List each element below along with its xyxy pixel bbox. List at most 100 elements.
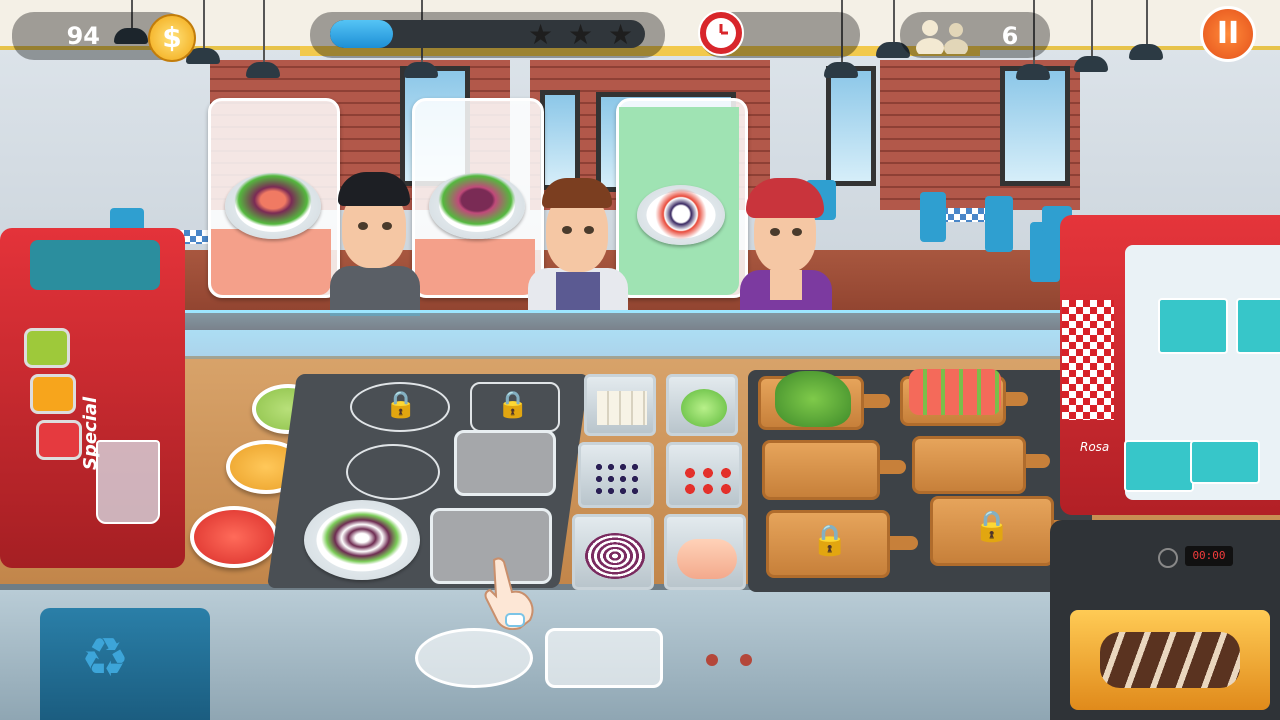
juicer-top bbox=[30, 240, 160, 290]
customer-boy[interactable] bbox=[330, 170, 420, 316]
customer-hair bbox=[542, 178, 612, 208]
lock-icon: 🔒 bbox=[384, 390, 418, 420]
oven-dial[interactable] bbox=[1158, 548, 1178, 568]
checkered-towel bbox=[1062, 300, 1114, 420]
customer-vest bbox=[556, 272, 600, 312]
salad-plate[interactable] bbox=[304, 500, 420, 580]
salad-ingredients bbox=[229, 169, 317, 231]
customer-eye bbox=[584, 226, 594, 234]
customer-hair bbox=[338, 172, 410, 206]
oven-window bbox=[1070, 610, 1270, 710]
lamp-cord bbox=[1091, 0, 1093, 56]
orange-juice-button[interactable] bbox=[30, 374, 76, 414]
coin-count: 94 bbox=[66, 22, 100, 50]
pendant-lamp bbox=[824, 62, 858, 78]
cabinet-knob bbox=[740, 654, 752, 666]
pendant-lamp bbox=[246, 62, 280, 78]
bowl-stack[interactable] bbox=[545, 628, 663, 688]
olives-bin[interactable] bbox=[578, 442, 654, 508]
customer-eye bbox=[562, 226, 572, 234]
coin-icon: $ bbox=[148, 14, 196, 62]
tutorial-hand-pointer bbox=[480, 556, 540, 631]
board-handle bbox=[1026, 454, 1050, 468]
onion-rings bbox=[585, 533, 645, 579]
salad-ingredients bbox=[643, 187, 719, 241]
feta-cubes bbox=[597, 391, 647, 425]
fridge-container[interactable] bbox=[1158, 298, 1228, 354]
order-bubble-2[interactable] bbox=[412, 98, 544, 298]
chicken-pieces bbox=[677, 539, 737, 579]
lock-icon: 🔒 bbox=[973, 509, 1011, 544]
feta-cheese-bin[interactable] bbox=[584, 374, 656, 436]
tomatoes bbox=[681, 465, 731, 495]
chicken-breast-bin[interactable] bbox=[664, 514, 746, 590]
greek-salad-icon bbox=[637, 185, 725, 245]
customer-count: 6 bbox=[1001, 22, 1019, 50]
window bbox=[540, 90, 580, 190]
red-onion-bin[interactable] bbox=[572, 514, 654, 590]
fridge-container[interactable] bbox=[1190, 440, 1260, 484]
lettuce-leaves bbox=[681, 389, 727, 427]
lime-juice-button[interactable] bbox=[24, 328, 70, 368]
lock-icon: 🔒 bbox=[496, 390, 530, 420]
fridge-brand: Rosa bbox=[1080, 440, 1110, 454]
cutting-board-salmon[interactable] bbox=[900, 369, 1006, 426]
lamp-cord bbox=[1146, 0, 1148, 44]
customer-eye bbox=[792, 228, 802, 236]
board-handle bbox=[880, 460, 906, 474]
empty-cutting-board[interactable] bbox=[912, 436, 1026, 494]
olives bbox=[593, 461, 643, 497]
order-patience-2 bbox=[415, 239, 535, 295]
customer-man[interactable] bbox=[528, 176, 628, 312]
customer-eye bbox=[358, 222, 368, 230]
empty-bowl-slot[interactable] bbox=[454, 430, 556, 496]
strawberry-juice-button[interactable] bbox=[36, 420, 82, 460]
pendant-lamp bbox=[404, 62, 438, 78]
lock-icon: 🔒 bbox=[811, 523, 849, 558]
star-icon: ★ bbox=[568, 18, 594, 51]
lamp-cord bbox=[893, 0, 895, 42]
lamp-cord bbox=[263, 0, 265, 62]
lamp-cord bbox=[203, 0, 205, 48]
lettuce-bin[interactable] bbox=[666, 374, 738, 436]
pendant-lamp bbox=[1129, 44, 1163, 60]
customer-eye bbox=[382, 222, 392, 230]
board-handle bbox=[1006, 392, 1028, 406]
cabinet-knob bbox=[706, 654, 718, 666]
order-bubble-3[interactable] bbox=[616, 98, 748, 298]
salmon-rolls bbox=[909, 369, 1001, 415]
onion-salad-icon bbox=[429, 169, 525, 239]
customer-body bbox=[330, 266, 420, 316]
customer-eye bbox=[770, 228, 780, 236]
sneeze-guard-glass bbox=[130, 310, 1090, 359]
customers-icon bbox=[912, 18, 972, 58]
window bbox=[1000, 66, 1070, 186]
pendant-lamp bbox=[1074, 56, 1108, 72]
recycle-icon: ♻ bbox=[80, 626, 130, 689]
level-progress-bar bbox=[330, 20, 645, 48]
empty-plate-slot[interactable] bbox=[346, 444, 440, 500]
pause-button[interactable]: II bbox=[1200, 6, 1256, 62]
cutting-board-lettuce[interactable] bbox=[758, 371, 864, 430]
lettuce-prepared bbox=[775, 371, 851, 427]
level-progress-fill bbox=[330, 20, 393, 48]
empty-cutting-board[interactable] bbox=[762, 440, 880, 500]
board-handle bbox=[864, 394, 890, 408]
salad-ingredients bbox=[433, 169, 521, 231]
customer-neck bbox=[770, 270, 802, 300]
fridge-container[interactable] bbox=[1124, 440, 1194, 492]
juice-glass[interactable] bbox=[96, 440, 160, 524]
tomato-sauce-bowl[interactable] bbox=[190, 506, 278, 568]
customer-woman[interactable] bbox=[740, 178, 832, 312]
plate-ingredients bbox=[314, 506, 410, 570]
tomatoes-bin[interactable] bbox=[666, 442, 742, 508]
star-icon: ★ bbox=[608, 18, 634, 51]
star-icon: ★ bbox=[528, 18, 554, 51]
fridge-container[interactable] bbox=[1236, 298, 1280, 354]
bowl-stack[interactable] bbox=[415, 628, 533, 688]
board-handle bbox=[890, 536, 918, 550]
chair bbox=[985, 196, 1013, 252]
order-bubble-1[interactable] bbox=[208, 98, 340, 298]
customer-hair bbox=[746, 178, 824, 218]
window bbox=[826, 66, 876, 186]
